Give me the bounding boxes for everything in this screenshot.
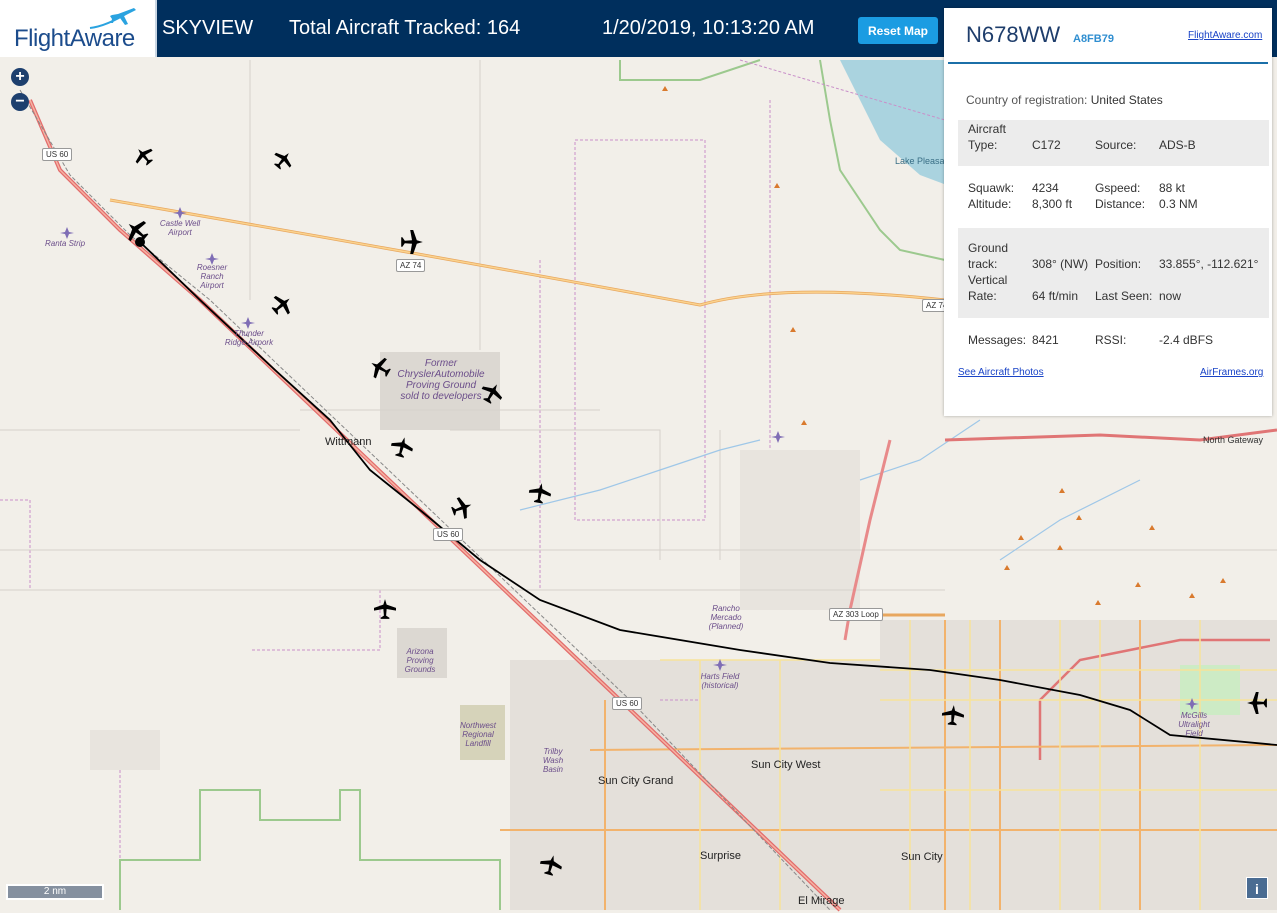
aircraft-type-value: C172	[1032, 138, 1061, 152]
flightaware-logo[interactable]: FlightAware	[0, 0, 157, 57]
gspeed-value: 88 kt	[1159, 181, 1186, 195]
facility-label: McGills Ultralight Field	[1178, 711, 1210, 738]
reset-map-button[interactable]: Reset Map	[858, 17, 938, 44]
source-value: ADS-B	[1159, 138, 1196, 152]
datetime-display: 1/20/2019, 10:13:20 AM	[602, 17, 815, 39]
rssi-value: -2.4 dBFS	[1159, 333, 1214, 347]
position-label: Position:	[1095, 257, 1142, 271]
messages-label: Messages:	[968, 333, 1027, 347]
map-info-button[interactable]: i	[1246, 877, 1268, 899]
aircraft-photos-link[interactable]: See Aircraft Photos	[958, 367, 1044, 378]
country-row: Country of registration: United States	[966, 92, 1163, 108]
aircraft-registration: N678WW	[966, 22, 1061, 47]
logo-text: FlightAware	[14, 25, 135, 52]
country-label: Country of registration:	[966, 93, 1088, 107]
aircraft-hex-code: A8FB79	[1073, 33, 1114, 45]
last-seen-value: now	[1159, 289, 1182, 303]
place-label: Wittmann	[325, 436, 372, 448]
position-value: 33.855°, -112.621°	[1159, 257, 1259, 271]
place-label: North Gateway	[1203, 435, 1264, 445]
distance-value: 0.3 NM	[1159, 197, 1198, 211]
flightaware-link[interactable]: FlightAware.com	[1188, 30, 1262, 41]
altitude-value: 8,300 ft	[1032, 197, 1073, 211]
messages-value: 8421	[1032, 333, 1059, 347]
place-label: Sun City West	[751, 759, 821, 771]
total-aircraft-count: Total Aircraft Tracked: 164	[289, 17, 521, 39]
source-label: Source:	[1095, 138, 1137, 152]
road-shield: AZ 74	[396, 259, 426, 272]
road-shield: US 60	[612, 697, 643, 710]
road-shield: US 60	[433, 528, 464, 541]
ground-track-label: Ground track:	[968, 241, 1009, 271]
facility-label: Trilby Wash Basin	[542, 747, 564, 774]
aircraft-type-label: Aircraft Type:	[968, 122, 1007, 152]
road-shield: AZ 303 Loop	[829, 608, 883, 621]
place-label: El Mirage	[798, 895, 845, 907]
facility-label: Arizona Proving Grounds	[404, 647, 436, 674]
facility-label: Northwest Regional Landfill	[459, 721, 496, 748]
facility-label: Ranta Strip	[45, 239, 86, 248]
skyview-app: FlightAware SKYVIEW Total Aircraft Track…	[0, 0, 1277, 913]
aircraft-marker	[135, 148, 153, 166]
facility-label: Former ChryslerAutomobile Proving Ground…	[397, 358, 485, 402]
vertical-rate-label: Vertical Rate:	[968, 273, 1008, 303]
facility-label: Castle Well Airport	[159, 219, 201, 237]
scale-bar: 2 nm	[6, 884, 104, 900]
panel-divider	[948, 62, 1268, 64]
squawk-value: 4234	[1032, 181, 1059, 195]
facility-label: Harts Field (historical)	[700, 672, 740, 690]
rssi-label: RSSI:	[1095, 333, 1127, 347]
app-name: SKYVIEW	[162, 17, 254, 39]
zoom-in-button[interactable]: +	[11, 68, 29, 86]
squawk-label: Squawk:	[968, 181, 1015, 195]
country-value: United States	[1090, 93, 1163, 107]
gspeed-label: Gspeed:	[1095, 181, 1141, 195]
aircraft-detail-panel: N678WW A8FB79 FlightAware.com Country of…	[944, 8, 1272, 416]
place-label: Sun City Grand	[598, 775, 674, 787]
zoom-out-button[interactable]: −	[11, 93, 29, 111]
facility-label: Roesner Ranch Airport	[196, 263, 228, 290]
place-label: Surprise	[700, 850, 741, 862]
place-label: Lake Pleasa	[895, 156, 945, 166]
road-shield: US 60	[42, 148, 73, 161]
facility-label: Thunder Ridge Airpork	[224, 329, 274, 347]
place-label: Sun City	[901, 851, 943, 863]
ground-track-value: 308° (NW)	[1032, 257, 1089, 271]
altitude-label: Altitude:	[968, 197, 1012, 211]
last-seen-label: Last Seen:	[1095, 289, 1153, 303]
facility-label: Rancho Mercado (Planned)	[708, 604, 744, 631]
airframes-link[interactable]: AirFrames.org	[1200, 367, 1263, 378]
distance-label: Distance:	[1095, 197, 1146, 211]
vertical-rate-value: 64 ft/min	[1032, 289, 1079, 303]
